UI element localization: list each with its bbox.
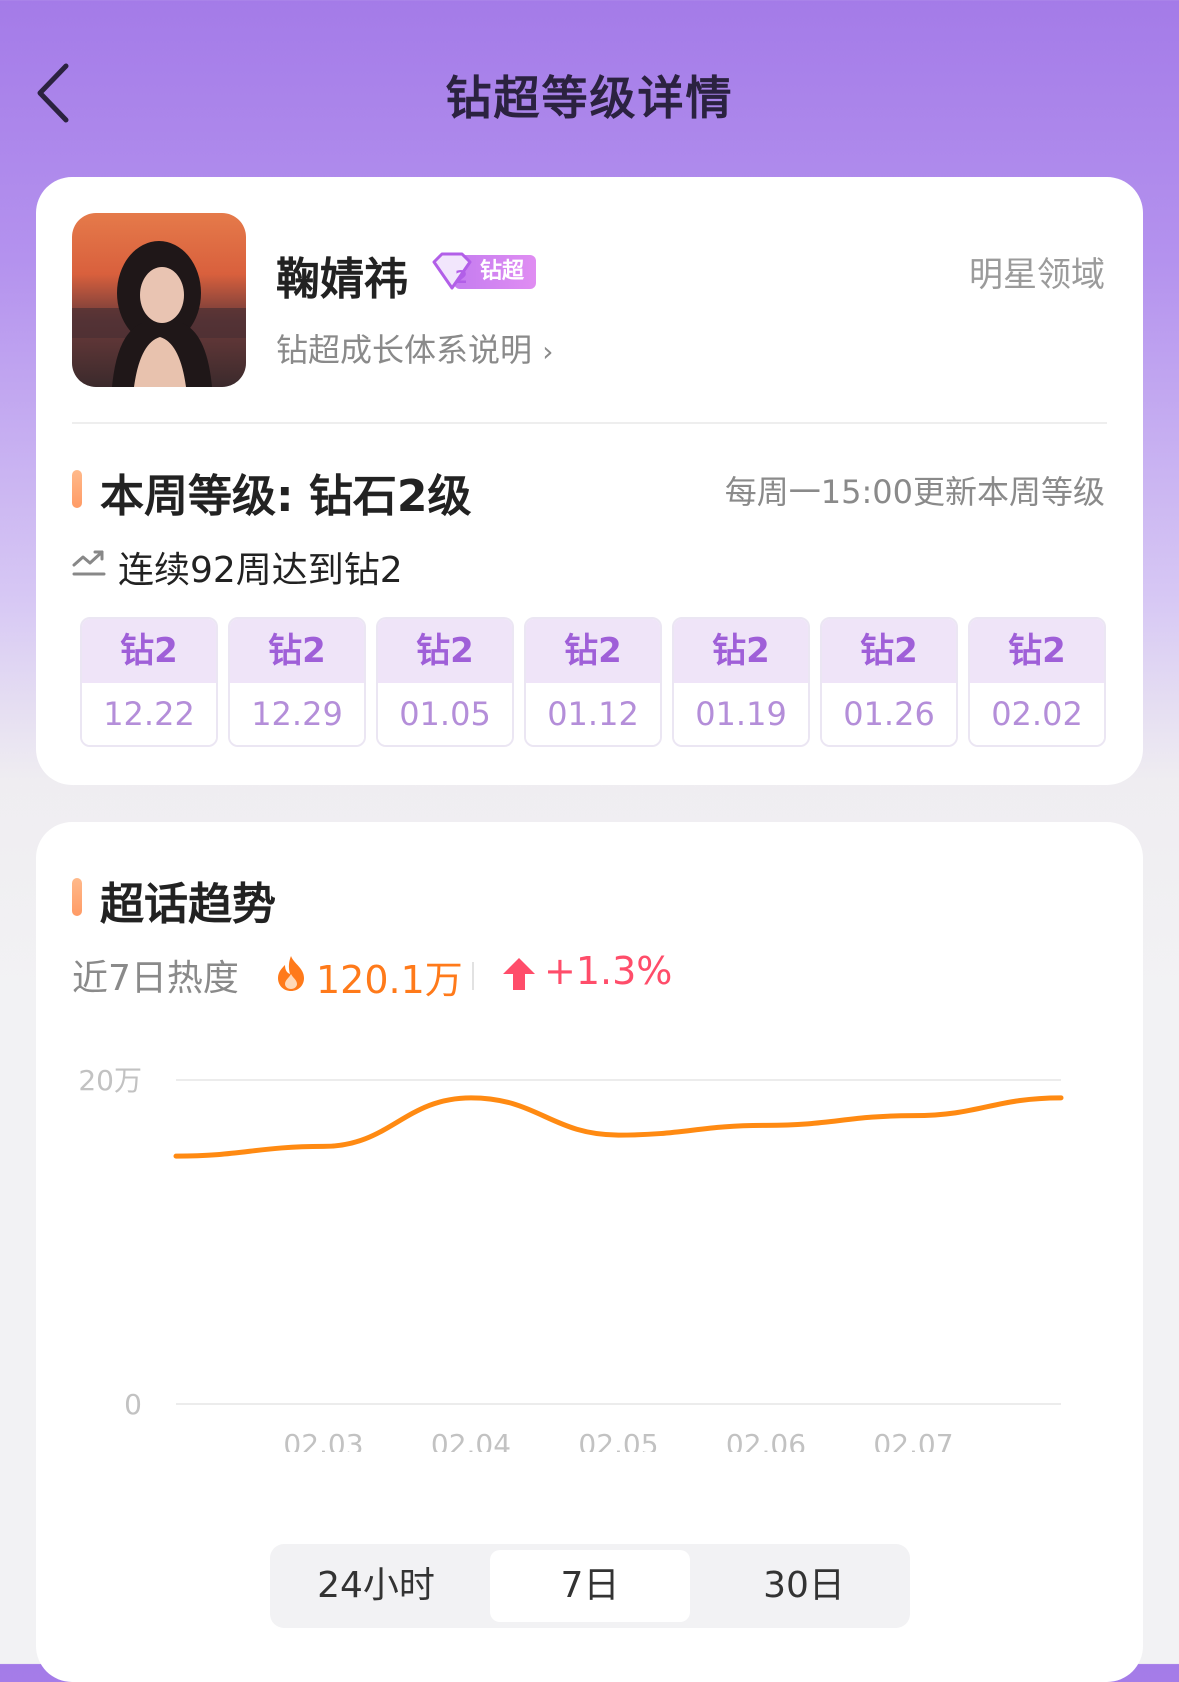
week-date: 01.12 (526, 683, 660, 745)
weekly-level-title: 本周等级: 钻石2级 (100, 471, 472, 522)
week-item: 钻2 12.22 (80, 617, 218, 747)
trend-card: 超话趋势 近7日热度 120.1万 +1.3% 20万 0 02.03 02.04 02… (36, 822, 1143, 1682)
week-item: 钻2 12.29 (228, 617, 366, 747)
week-date: 12.22 (82, 683, 216, 745)
divider (72, 422, 1107, 424)
week-item: 钻2 01.12 (524, 617, 662, 747)
separator (472, 962, 474, 990)
star-domain-link[interactable]: 明星领域 (969, 247, 1105, 296)
week-date: 01.19 (674, 683, 808, 745)
series-line (173, 1095, 1064, 1159)
heat-value: 120.1万 (316, 958, 463, 1002)
x-tick-label: 02.04 (431, 1428, 511, 1452)
svg-text:2: 2 (455, 267, 468, 288)
fire-icon (278, 956, 304, 991)
heat-line-chart: 20万 0 02.03 02.04 02.05 02.06 02.07 (78, 1064, 1064, 1452)
vip-badge: 2 钻超 (428, 252, 537, 290)
x-tick-label: 02.05 (578, 1428, 658, 1452)
page-title: 钻超等级详情 (445, 71, 734, 125)
tab-30d[interactable]: 30日 (704, 1550, 904, 1622)
week-level: 钻2 (230, 619, 364, 683)
week-date: 01.26 (822, 683, 956, 745)
trend-title: 超话趋势 (100, 879, 276, 930)
week-item: 钻2 01.05 (376, 617, 514, 747)
streak-text: 连续92周达到钻2 (118, 550, 403, 591)
heat-change: +1.3% (544, 949, 673, 993)
week-item: 钻2 01.19 (672, 617, 810, 747)
diamond-icon: 2 (432, 252, 472, 290)
tab-7d[interactable]: 7日 (490, 1550, 690, 1622)
chevron-right-icon: › (542, 335, 554, 368)
weekly-history: 钻2 12.22 钻2 12.29 钻2 01.05 钻2 01.12 钻2 01.19 … (80, 617, 1106, 747)
update-note: 每周一15:00更新本周等级 (724, 473, 1105, 511)
week-level: 钻2 (82, 619, 216, 683)
avatar-image (72, 241, 246, 387)
header: 钻超等级详情 (0, 0, 1179, 180)
tab-24h[interactable]: 24小时 (276, 1550, 476, 1622)
growth-system-link[interactable]: 钻超成长体系说明 › (276, 325, 553, 371)
week-date: 01.05 (378, 683, 512, 745)
section-marker (72, 878, 82, 916)
avatar[interactable] (72, 213, 246, 387)
section-marker (72, 470, 82, 508)
week-level: 钻2 (526, 619, 660, 683)
x-tick-label: 02.06 (726, 1428, 806, 1452)
x-tick-label: 02.03 (283, 1428, 363, 1452)
arrow-up-icon (503, 958, 535, 990)
week-level: 钻2 (378, 619, 512, 683)
x-tick-label: 02.07 (873, 1428, 953, 1452)
y-tick-label: 20万 (78, 1064, 142, 1097)
growth-link-label: 钻超成长体系说明 (276, 331, 533, 369)
week-level: 钻2 (822, 619, 956, 683)
range-tabs: 24小时 7日 30日 (270, 1544, 910, 1628)
y-tick-label: 0 (124, 1388, 142, 1421)
level-card: 鞠婧祎 2 钻超 钻超成长体系说明 › 明星领域 本周等级: 钻石2级 每周一1… (36, 177, 1143, 785)
week-level: 钻2 (970, 619, 1104, 683)
star-name: 鞠婧祎 (276, 254, 408, 305)
week-level: 钻2 (674, 619, 808, 683)
week-date: 12.29 (230, 683, 364, 745)
heat-label: 近7日热度 (72, 958, 239, 999)
week-date: 02.02 (970, 683, 1104, 745)
trend-up-icon (72, 550, 106, 576)
week-item: 钻2 02.02 (968, 617, 1106, 747)
week-item: 钻2 01.26 (820, 617, 958, 747)
